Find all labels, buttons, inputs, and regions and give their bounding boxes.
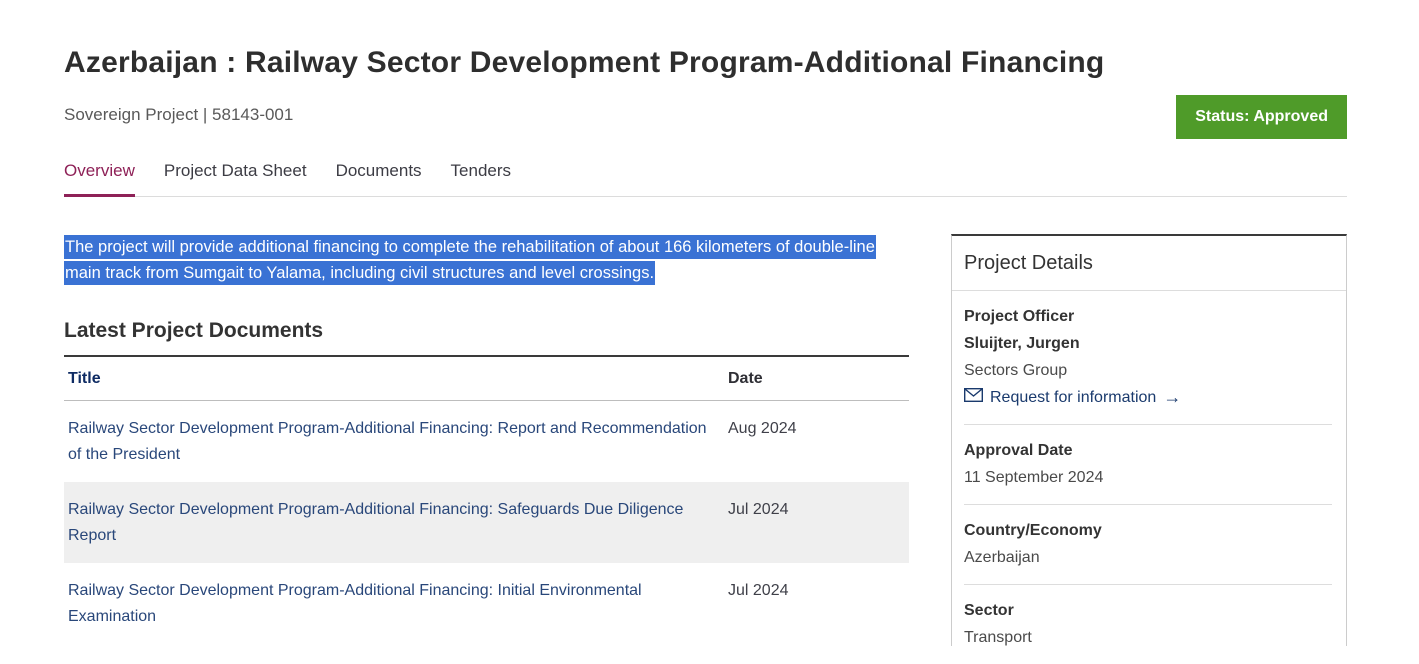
table-row: Railway Sector Development Program-Addit…: [64, 401, 909, 483]
country-economy-label: Country/Economy: [964, 517, 1332, 544]
tab-documents[interactable]: Documents: [336, 161, 422, 197]
document-link[interactable]: Railway Sector Development Program-Addit…: [68, 501, 683, 544]
tab-tenders[interactable]: Tenders: [451, 161, 511, 197]
selected-text: The project will provide additional fina…: [64, 235, 876, 285]
project-officer-section: Project Officer Sluijter, Jurgen Sectors…: [952, 291, 1346, 424]
project-page: Azerbaijan : Railway Sector Development …: [0, 0, 1419, 646]
table-row: Railway Sector Development Program-Addit…: [64, 563, 909, 644]
subtitle-row: Sovereign Project | 58143-001 Status: Ap…: [64, 95, 1347, 139]
country-economy-value: Azerbaijan: [964, 544, 1332, 571]
table-row: Railway Sector Development Program-Addit…: [64, 482, 909, 563]
request-information-label: Request for information: [990, 384, 1156, 411]
tab-overview[interactable]: Overview: [64, 161, 135, 197]
column-header-date: Date: [724, 357, 909, 401]
status-badge: Status: Approved: [1176, 95, 1347, 139]
documents-table: Title Date Railway Sector Development Pr…: [64, 357, 909, 644]
document-link[interactable]: Railway Sector Development Program-Addit…: [68, 420, 707, 463]
overview-panel: The project will provide additional fina…: [64, 234, 909, 646]
sector-section: Sector Transport: [952, 585, 1346, 664]
project-subtitle: Sovereign Project | 58143-001: [64, 95, 293, 125]
sector-label: Sector: [964, 597, 1332, 624]
documents-header-row: Title Date: [64, 357, 909, 401]
country-economy-section: Country/Economy Azerbaijan: [952, 505, 1346, 584]
main-content: The project will provide additional fina…: [64, 234, 1347, 646]
approval-date-label: Approval Date: [964, 437, 1332, 464]
tab-bar: Overview Project Data Sheet Documents Te…: [64, 161, 1347, 197]
project-officer-group: Sectors Group: [964, 357, 1332, 384]
project-officer-name: Sluijter, Jurgen: [964, 330, 1332, 357]
arrow-right-icon: →: [1163, 384, 1181, 411]
project-officer-label: Project Officer: [964, 303, 1332, 330]
approval-date-value: 11 September 2024: [964, 464, 1332, 491]
page-title: Azerbaijan : Railway Sector Development …: [64, 46, 1347, 80]
sector-value: Transport: [964, 624, 1332, 651]
document-date: Aug 2024: [724, 401, 909, 483]
project-details-panel: Project Details Project Officer Sluijter…: [951, 234, 1347, 646]
approval-date-section: Approval Date 11 September 2024: [952, 425, 1346, 504]
project-details-heading: Project Details: [952, 236, 1346, 291]
document-link[interactable]: Railway Sector Development Program-Addit…: [68, 582, 642, 625]
document-date: Jul 2024: [724, 563, 909, 644]
project-summary: The project will provide additional fina…: [64, 234, 882, 286]
document-date: Jul 2024: [724, 482, 909, 563]
column-header-title[interactable]: Title: [64, 357, 724, 401]
request-information-link[interactable]: Request for information →: [964, 384, 1332, 411]
latest-documents-heading: Latest Project Documents: [64, 319, 909, 357]
tab-project-data-sheet[interactable]: Project Data Sheet: [164, 161, 307, 197]
envelope-icon: [964, 384, 983, 411]
